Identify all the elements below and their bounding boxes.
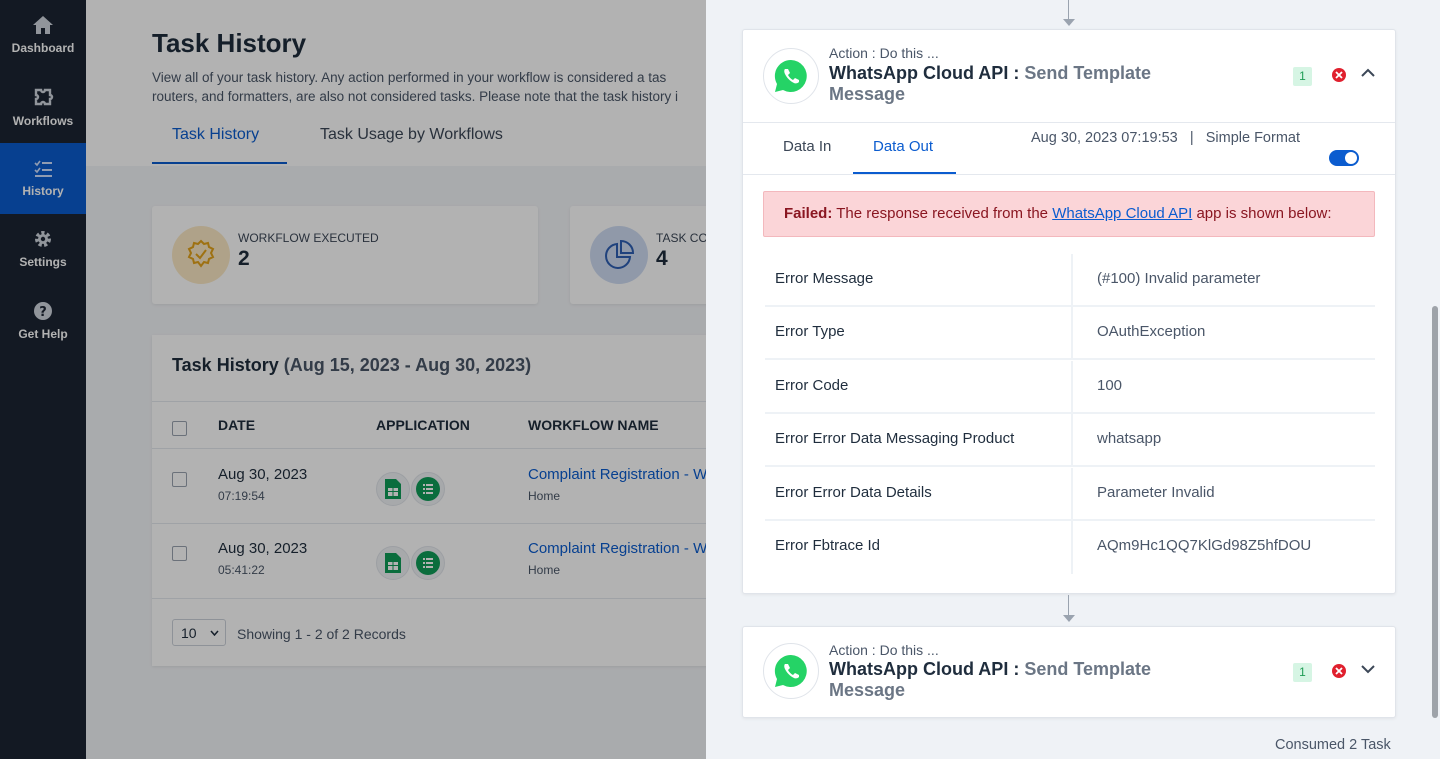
flow-arrow-icon [1063, 19, 1075, 26]
panel-scrollbar[interactable] [1432, 306, 1438, 718]
tab-data-in[interactable]: Data In [783, 138, 831, 155]
task-count-badge: 1 [1293, 663, 1312, 682]
chevron-up-icon[interactable] [1361, 68, 1375, 77]
execution-meta: Aug 30, 2023 07:19:53 | Simple Format [1031, 130, 1300, 146]
error-row: Error Message (#100) Invalid parameter [765, 254, 1375, 307]
error-row: Error Code 100 [765, 361, 1375, 414]
whatsapp-icon [763, 48, 819, 104]
column-divider [1071, 521, 1073, 574]
simple-format-toggle[interactable] [1329, 150, 1359, 166]
consumed-tasks-label: Consumed 2 Task [1275, 737, 1391, 753]
column-divider [1071, 468, 1073, 521]
flow-connector [1068, 0, 1069, 20]
toggle-knob [1345, 152, 1357, 164]
error-row: Error Type OAuthException [765, 307, 1375, 360]
step-title: WhatsApp Cloud API : Send Template Messa… [829, 63, 1152, 104]
chevron-down-icon[interactable] [1361, 665, 1375, 674]
step-action-label: Action : Do this ... [829, 45, 939, 61]
tab-data-out[interactable]: Data Out [873, 138, 933, 155]
error-status-icon [1332, 664, 1346, 678]
task-detail-panel: Action : Do this ... WhatsApp Cloud API … [706, 0, 1440, 759]
task-count-badge: 1 [1293, 67, 1312, 86]
error-row: Error Error Data Details Parameter Invali… [765, 468, 1375, 521]
step-card-expanded: Action : Do this ... WhatsApp Cloud API … [742, 29, 1396, 594]
column-divider [1071, 361, 1073, 414]
column-divider [1071, 307, 1073, 360]
error-status-icon [1332, 68, 1346, 82]
divider [743, 174, 1395, 175]
error-row: Error Error Data Messaging Product whatsa… [765, 414, 1375, 467]
column-divider [1071, 254, 1073, 307]
whatsapp-api-link[interactable]: WhatsApp Cloud API [1052, 205, 1192, 222]
whatsapp-icon [763, 643, 819, 699]
step-action-label: Action : Do this ... [829, 642, 939, 658]
step-card-collapsed[interactable]: Action : Do this ... WhatsApp Cloud API … [742, 626, 1396, 718]
flow-arrow-icon [1063, 615, 1075, 622]
failed-alert: Failed: The response received from the W… [763, 191, 1375, 237]
step-title: WhatsApp Cloud API : Send Template Messa… [829, 659, 1152, 700]
divider [743, 122, 1395, 123]
error-row: Error Fbtrace Id AQm9Hc1QQ7KlGd98Z5hfDOU [765, 521, 1375, 574]
column-divider [1071, 414, 1073, 467]
flow-connector [1068, 595, 1069, 615]
